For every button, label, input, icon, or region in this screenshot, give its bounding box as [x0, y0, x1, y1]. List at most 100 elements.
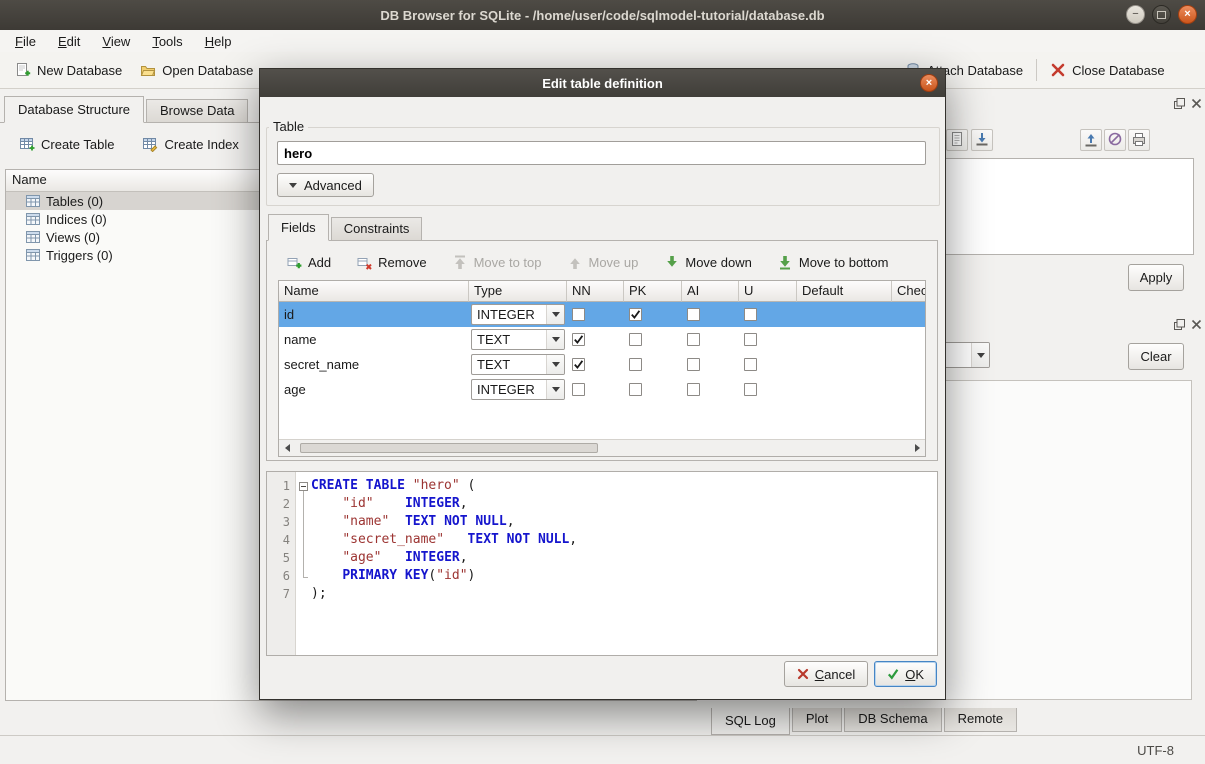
column-header-ai[interactable]: AI [682, 281, 739, 302]
toolbar-close-database[interactable]: Close Database [1041, 58, 1174, 82]
nn-checkbox[interactable] [572, 308, 585, 321]
cell-print-button[interactable] [1128, 129, 1150, 151]
menu-file[interactable]: File [4, 32, 47, 51]
u-cell [739, 352, 797, 377]
close-icon [1191, 318, 1202, 333]
field-row-name[interactable]: nameTEXT [279, 327, 925, 352]
dock-float-button[interactable] [1172, 97, 1186, 111]
cancel-button[interactable]: Cancel [784, 661, 868, 687]
toolbar-new-database[interactable]: New Database [6, 58, 131, 82]
fold-marker-icon[interactable] [299, 482, 308, 491]
dialog-close-icon[interactable] [920, 74, 938, 92]
u-cell [739, 377, 797, 402]
sql-preview-editor[interactable]: 1234567 CREATE TABLE "hero" ( "id" INTEG… [266, 471, 938, 656]
nn-checkbox[interactable] [572, 383, 585, 396]
add-button[interactable]: Add [287, 255, 331, 270]
pk-checkbox[interactable] [629, 383, 642, 396]
tab-sql-log[interactable]: SQL Log [711, 708, 790, 735]
close-icon[interactable] [1178, 5, 1197, 24]
toolbar-open-database[interactable]: Open Database [131, 58, 262, 82]
pk-cell [624, 327, 682, 352]
dock-float-button[interactable] [1172, 318, 1186, 332]
menu-help[interactable]: Help [194, 32, 243, 51]
tab-fields[interactable]: Fields [268, 214, 329, 241]
menu-view[interactable]: View [91, 32, 141, 51]
horizontal-scrollbar[interactable] [279, 439, 925, 456]
nn-cell [567, 302, 624, 327]
sql-line: ); [311, 585, 937, 603]
fields-toolbar: AddRemoveMove to topMove upMove downMove… [287, 249, 888, 275]
pk-cell [624, 352, 682, 377]
field-row-id[interactable]: idINTEGER [279, 302, 925, 327]
menu-edit[interactable]: Edit [47, 32, 91, 51]
scroll-left-icon[interactable] [279, 441, 295, 455]
dock-close-button[interactable] [1189, 97, 1203, 111]
cell-import-button[interactable] [971, 129, 993, 151]
column-header-name[interactable]: Name [279, 281, 469, 302]
ai-checkbox[interactable] [687, 333, 700, 346]
maximize-icon[interactable] [1152, 5, 1171, 24]
tree-header-label: Name [12, 172, 47, 187]
combobox-arrow-icon [971, 343, 989, 367]
tab-browse-data[interactable]: Browse Data [146, 99, 248, 123]
tab-db-schema[interactable]: DB Schema [844, 708, 941, 732]
clear-button[interactable]: Clear [1128, 343, 1184, 370]
scrollbar-thumb[interactable] [300, 443, 598, 453]
pk-cell [624, 377, 682, 402]
tab-remote[interactable]: Remote [944, 708, 1018, 732]
column-header-default[interactable]: Default [797, 281, 892, 302]
tab-constraints[interactable]: Constraints [331, 217, 423, 241]
pk-checkbox[interactable] [629, 333, 642, 346]
cell-doc-button[interactable] [946, 129, 968, 151]
type-combobox[interactable]: INTEGER [471, 304, 565, 325]
window-title: DB Browser for SQLite - /home/user/code/… [380, 8, 824, 23]
grid-header-row: NameTypeNNPKAIUDefaultCheck [279, 281, 925, 302]
tab-database-structure[interactable]: Database Structure [4, 96, 144, 123]
nn-checkbox[interactable] [572, 358, 585, 371]
apply-button[interactable]: Apply [1128, 264, 1184, 291]
new-database-icon [15, 62, 31, 78]
type-combobox[interactable]: TEXT [471, 329, 565, 350]
dialog-tab-bar: FieldsConstraints [268, 214, 424, 241]
u-checkbox[interactable] [744, 358, 757, 371]
ai-checkbox[interactable] [687, 383, 700, 396]
tab-plot[interactable]: Plot [792, 708, 842, 732]
column-header-u[interactable]: U [739, 281, 797, 302]
field-type-cell: TEXT [469, 327, 567, 352]
cell-null-icon [1107, 131, 1123, 150]
type-combobox[interactable]: TEXT [471, 354, 565, 375]
ok-button[interactable]: OK [874, 661, 937, 687]
minimize-icon[interactable] [1126, 5, 1145, 24]
scroll-right-icon[interactable] [909, 441, 925, 455]
move-to-bottom-button[interactable]: Move to bottom [778, 255, 889, 270]
table-icon [26, 213, 40, 225]
nn-checkbox[interactable] [572, 333, 585, 346]
create-index-button[interactable]: Create Index [135, 132, 245, 156]
create-table-button[interactable]: Create Table [12, 132, 121, 156]
column-header-type[interactable]: Type [469, 281, 567, 302]
remove-button[interactable]: Remove [357, 255, 426, 270]
u-checkbox[interactable] [744, 333, 757, 346]
u-checkbox[interactable] [744, 308, 757, 321]
close-database-icon [1050, 62, 1066, 78]
ai-checkbox[interactable] [687, 358, 700, 371]
u-checkbox[interactable] [744, 383, 757, 396]
advanced-button[interactable]: Advanced [277, 173, 374, 197]
menu-tools[interactable]: Tools [141, 32, 193, 51]
grid-body: idINTEGERnameTEXTsecret_nameTEXTageINTEG… [279, 302, 925, 402]
column-header-pk[interactable]: PK [624, 281, 682, 302]
field-name-cell: id [279, 302, 469, 327]
cell-export-button[interactable] [1080, 129, 1102, 151]
pk-checkbox[interactable] [629, 308, 642, 321]
field-row-secret-name[interactable]: secret_nameTEXT [279, 352, 925, 377]
type-combobox[interactable]: INTEGER [471, 379, 565, 400]
ai-checkbox[interactable] [687, 308, 700, 321]
dock-close-button[interactable] [1189, 318, 1203, 332]
field-row-age[interactable]: ageINTEGER [279, 377, 925, 402]
table-name-input[interactable] [277, 141, 926, 165]
column-header-check[interactable]: Check [892, 281, 926, 302]
cell-null-button[interactable] [1104, 129, 1126, 151]
column-header-nn[interactable]: NN [567, 281, 624, 302]
pk-checkbox[interactable] [629, 358, 642, 371]
move-down-button[interactable]: Move down [664, 255, 751, 270]
